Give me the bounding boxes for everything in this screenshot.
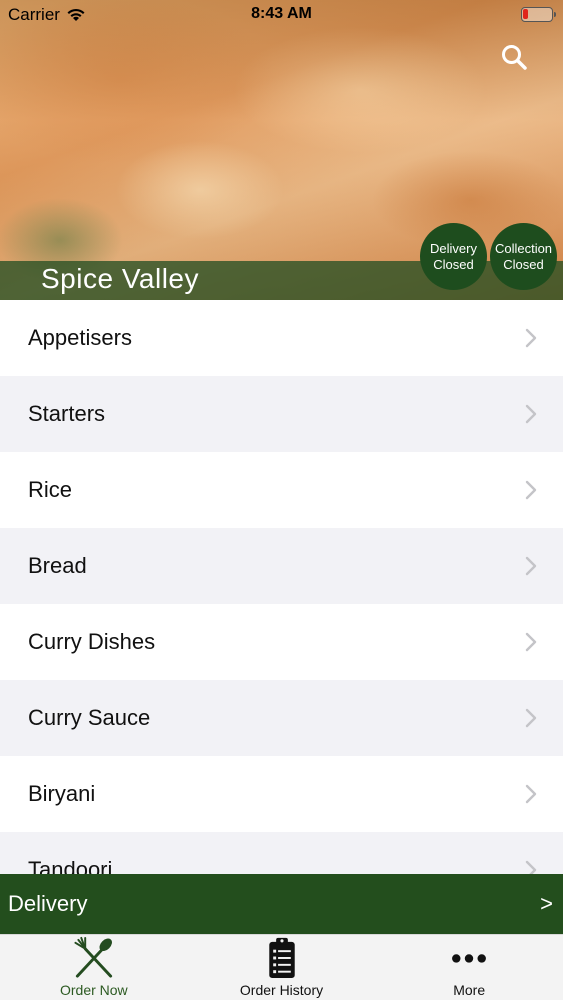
clipboard-list-icon xyxy=(268,937,295,979)
delivery-badge-status: Closed xyxy=(433,256,474,272)
chevron-right-icon xyxy=(525,328,537,348)
delivery-status-badge: Delivery Closed xyxy=(420,223,487,290)
battery-icon xyxy=(521,7,556,22)
tab-more[interactable]: More xyxy=(375,935,563,1000)
menu-item-label: Curry Dishes xyxy=(28,629,156,654)
menu-item-curry-dishes[interactable]: Curry Dishes xyxy=(0,604,563,680)
tab-order-history[interactable]: Order History xyxy=(188,935,376,1000)
collection-badge-status: Closed xyxy=(503,256,544,272)
fork-knife-icon xyxy=(74,936,112,978)
menu-item-label: Appetisers xyxy=(28,325,132,350)
menu-item-label: Starters xyxy=(28,401,106,426)
delivery-mode-label: Delivery xyxy=(8,891,88,916)
battery-level xyxy=(523,9,528,19)
menu-item-label: Tandoori xyxy=(28,857,113,874)
menu-item-rice[interactable]: Rice xyxy=(0,452,563,528)
tab-label: Order History xyxy=(239,982,324,998)
status-bar: Carrier 8:43 AM xyxy=(0,0,563,30)
tab-label: Order Now xyxy=(59,982,128,998)
chevron-right-icon xyxy=(525,860,537,874)
collection-badge-title: Collection xyxy=(494,240,553,256)
menu-item-starters[interactable]: Starters xyxy=(0,376,563,452)
delivery-arrow-icon: > xyxy=(540,891,553,916)
menu-item-label: Curry Sauce xyxy=(28,705,151,730)
tab-order-now[interactable]: Order Now xyxy=(0,935,188,1000)
chevron-right-icon xyxy=(525,404,537,424)
wifi-icon xyxy=(67,8,85,21)
chevron-right-icon xyxy=(525,556,537,576)
delivery-mode-bar[interactable]: Delivery > xyxy=(0,874,563,934)
menu-item-label: Bread xyxy=(28,553,87,578)
chevron-right-icon xyxy=(525,784,537,804)
chevron-right-icon xyxy=(525,708,537,728)
menu-item-label: Biryani xyxy=(28,781,96,806)
chevron-right-icon xyxy=(525,480,537,500)
menu-item-label: Rice xyxy=(28,477,73,502)
collection-status-badge: Collection Closed xyxy=(490,223,557,290)
menu-item-curry-sauce[interactable]: Curry Sauce xyxy=(0,680,563,756)
store-name: Spice Valley xyxy=(41,263,200,294)
menu-item-bread[interactable]: Bread xyxy=(0,528,563,604)
more-dots-icon xyxy=(452,954,487,963)
delivery-badge-title: Delivery xyxy=(430,240,477,256)
menu-category-list[interactable]: Appetisers Starters Rice Bread Curry Dis… xyxy=(0,300,563,874)
search-icon[interactable] xyxy=(500,43,528,71)
chevron-right-icon xyxy=(525,632,537,652)
bottom-tab-bar: Order Now Order History More xyxy=(0,934,563,1000)
menu-item-biryani[interactable]: Biryani xyxy=(0,756,563,832)
carrier-label: Carrier xyxy=(8,5,60,24)
hero-image: Carrier 8:43 AM Spice Valley Delivery Cl… xyxy=(0,0,563,300)
carrier-info: Carrier xyxy=(8,5,86,25)
tab-label: More xyxy=(453,982,486,998)
menu-item-appetisers[interactable]: Appetisers xyxy=(0,300,563,376)
menu-item-tandoori[interactable]: Tandoori xyxy=(0,832,563,874)
